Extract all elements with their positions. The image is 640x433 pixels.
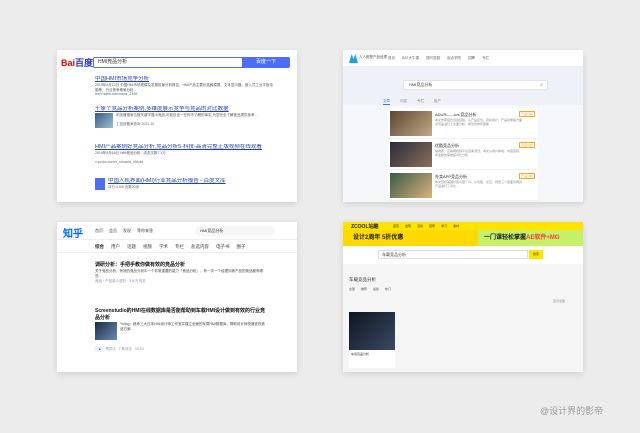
tab-users[interactable]: 用户 [434, 99, 441, 105]
tab-columns[interactable]: 专栏 [417, 99, 424, 105]
result-tabs: 综合 用户 话题 视频 学术 专栏 盐选内容 电子书 圈子 [57, 240, 297, 253]
nav-item[interactable]: 招聘 [429, 224, 435, 228]
search-input[interactable]: HMI竞品分析 ⌕ [403, 80, 548, 90]
zhihu-logo[interactable]: 知乎 [63, 225, 83, 240]
nav-item[interactable]: 首页 [388, 56, 395, 61]
nav-item[interactable]: 发现 [405, 224, 411, 228]
zcool-logo[interactable]: ZCOOL站酷 [351, 223, 379, 230]
woshipm-search-card: 人人都是产品经理 首页 BAT大牛课 提问答疑 起点学院 招聘 专栏 HMI竞品… [343, 50, 583, 202]
work-tile[interactable]: 车载竞品分析 [349, 312, 395, 368]
tab-academic[interactable]: 学术 [159, 240, 168, 252]
nav-item[interactable]: 等你来答 [137, 228, 153, 234]
result-item[interactable]: 中国人机界面(HMI)行业竞品分析报告 - 百度文库 评分:4.5/5 页数20… [95, 178, 275, 190]
tab-premium[interactable]: 盐选内容 [191, 240, 209, 252]
tab-articles[interactable]: 文章 [383, 99, 390, 105]
filter-option[interactable]: 推荐 [361, 287, 367, 291]
tab-circles[interactable]: 圈子 [237, 240, 246, 252]
nav-item[interactable]: 发现 [123, 228, 131, 234]
category-badge: 产品分析 [518, 111, 535, 117]
watermark-credit: @设计界的影帝 [540, 406, 604, 416]
site-logo-icon[interactable] [349, 54, 358, 63]
result-item[interactable]: HMI产品案例好竞品分析,竞品分析5-科技-高清完整正版视频在线观看 2019年… [95, 144, 275, 164]
work-grid: 车载竞品分析 [349, 312, 395, 368]
zhihu-search-card: 知乎 首页 会员 发现 等你来答 HMI竞品分析 综合 用户 话题 视频 学术 … [57, 222, 297, 372]
article-list: ADUR——ios 竞品分析 本文作者结合自身经验，从产品定位、目标用户、产品功… [388, 108, 538, 201]
result-item[interactable]: 中国HMI市场竞争分析 2019年4月10日 中国HMI市场规模及发展前景分析报… [95, 76, 275, 96]
answer-item[interactable]: Screenstudio的HMI在线数据库是否能帮助到车载HMI设计做到有效的行… [95, 308, 265, 352]
article-thumbnail [390, 142, 432, 167]
list-item[interactable]: ADUR——ios 竞品分析 本文作者结合自身经验，从产品定位、目标用户、产品功… [388, 108, 538, 139]
search-input[interactable]: HMI竞品分析 [195, 226, 275, 236]
list-item[interactable]: 优酷竞品分析 编者按：互联网视频平台竞争激烈，本文从用户体验、内容运营、商业模式… [388, 139, 538, 170]
filter-option[interactable]: 全部 [349, 287, 355, 291]
top-nav: 人人都是产品经理 首页 BAT大牛课 提问答疑 起点学院 招聘 专栏 [343, 50, 583, 67]
doc-icon [95, 178, 105, 190]
tab-topics[interactable]: 话题 [127, 240, 136, 252]
list-item[interactable]: 外卖APP竞品分析 本文围绕美团外卖与饿了么，从功能、交互、视觉三个层面对两款产… [388, 170, 538, 201]
search-button[interactable]: 百度一下 [242, 57, 290, 68]
tab-ebooks[interactable]: 电子书 [216, 240, 230, 252]
article-thumbnail [390, 173, 432, 198]
baidu-search-card: Bai百度 HMI竞品分析 百度一下 中国HMI市场竞争分析 2019年4月10… [57, 50, 297, 202]
category-badge: 产品分析 [518, 173, 535, 179]
filter-option[interactable]: 最新 [373, 287, 379, 291]
result-item[interactable]: 千象个竞品分析案例,多维度展示竞争与竞品的对比数据 浏览器搜索位数关键字展示竞品… [95, 106, 275, 128]
baidu-logo[interactable]: Bai百度 [61, 56, 93, 69]
tab-videos[interactable]: 视频 [143, 240, 152, 252]
nav-item[interactable]: 起点学院 [447, 56, 461, 61]
search-button[interactable]: 搜索 [529, 250, 543, 259]
tab-all[interactable]: 综合 [95, 240, 104, 252]
result-thumbnail [95, 113, 113, 128]
work-thumbnail [349, 312, 395, 350]
search-icon[interactable]: ⌕ [540, 81, 543, 89]
filter-option[interactable]: 热门 [385, 287, 391, 291]
brand-name: 人人都是产品经理 [359, 55, 387, 59]
nav-item[interactable]: 提问答疑 [426, 56, 440, 61]
nav-item[interactable]: 专栏 [482, 56, 489, 61]
course-banner[interactable]: 一门课轻松掌握AE软件+MG [478, 230, 583, 246]
nav-item[interactable]: 首页 [95, 228, 103, 234]
nav-item[interactable]: 招聘 [468, 56, 475, 61]
result-tabs: 文章 问答 专栏 用户 [383, 99, 441, 105]
answer-item[interactable]: 调研分析：手把手教你做有效的竞品分析 关于竞品分析，有效的竞品分析中一个非常重要… [95, 262, 265, 284]
tab-qa[interactable]: 问答 [400, 99, 407, 105]
search-bar: 车载竞品分析 搜索 [343, 246, 583, 264]
nav-item[interactable]: 首页 [393, 224, 399, 228]
search-input[interactable]: HMI竞品分析 [93, 57, 243, 68]
zcool-search-card: ZCOOL站酷 首页 发现 活动 招聘 学习 素材 设计2周年 5折优惠 一门课… [343, 222, 583, 372]
zcool-header: ZCOOL站酷 首页 发现 活动 招聘 学习 素材 [343, 222, 583, 230]
nav-item[interactable]: 会员 [109, 228, 117, 234]
category-badge: 竞品分析 [518, 142, 535, 148]
nav-item[interactable]: BAT大牛课 [402, 56, 419, 61]
upvote-button[interactable]: ▲ [95, 346, 105, 352]
filter-bar: 全部 推荐 最新 热门 [349, 287, 391, 291]
article-thumbnail [390, 111, 432, 136]
baidu-header: Bai百度 HMI竞品分析 百度一下 [57, 50, 297, 75]
answer-thumbnail [95, 322, 117, 340]
promo-banner[interactable]: 设计2周年 5折优惠 [343, 230, 478, 246]
nav-item[interactable]: 学习 [441, 224, 447, 228]
tab-users[interactable]: 用户 [111, 240, 120, 252]
nav-item[interactable]: 素材 [453, 224, 459, 228]
show-all-toggle[interactable]: 显示全部 [553, 299, 565, 303]
tab-columns[interactable]: 专栏 [175, 240, 184, 252]
search-input[interactable]: 车载竞品分析 [378, 250, 528, 259]
zhihu-header: 知乎 首页 会员 发现 等你来答 HMI竞品分析 [57, 222, 297, 240]
nav-item[interactable]: 活动 [417, 224, 423, 228]
section-title: 车载竞品分析 [349, 277, 376, 282]
